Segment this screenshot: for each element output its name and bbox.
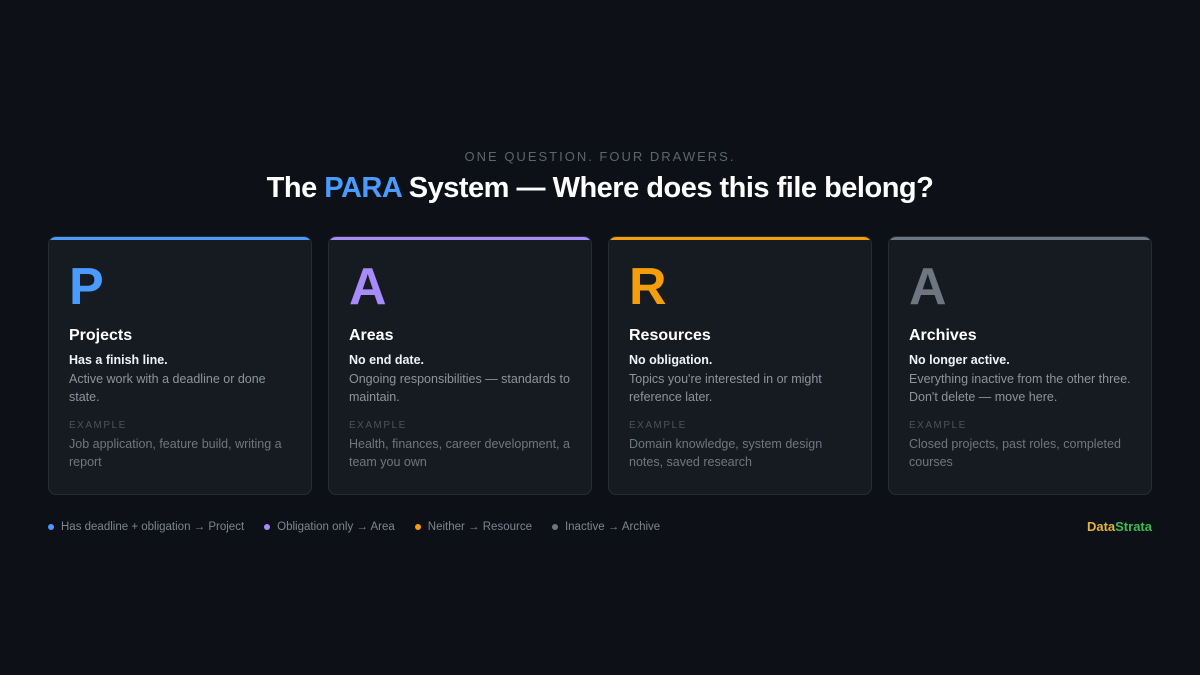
card-title: Archives — [909, 327, 977, 344]
card-accent-bar — [329, 237, 591, 240]
card-accent-bar — [49, 237, 311, 240]
title-prefix: The — [266, 172, 325, 204]
example-label: EXAMPLE — [909, 420, 967, 431]
legend-text: Obligation only → Area — [277, 521, 395, 533]
dot-icon — [264, 524, 271, 530]
card-description: Active work with a deadline or done stat… — [69, 372, 266, 404]
example-text: Domain knowledge, system design notes, s… — [629, 437, 823, 469]
card-lead: Has a finish line. — [69, 353, 168, 367]
card-description: Everything inactive from the other three… — [909, 372, 1131, 404]
brand-part-strata: Strata — [1115, 519, 1152, 534]
card-accent-bar — [609, 237, 871, 240]
para-cards: P Projects Has a finish line. Active wor… — [48, 236, 1152, 495]
legend-item-resource: Neither → Resource — [414, 521, 532, 533]
title-accent: PARA — [324, 172, 402, 204]
legend-item-project: Has deadline + obligation → Project — [48, 521, 244, 533]
card-letter: P — [69, 258, 104, 316]
card-description: Ongoing responsibilities — standards to … — [349, 372, 570, 404]
dot-icon — [414, 524, 421, 530]
card-title: Areas — [349, 327, 394, 344]
card-title: Projects — [69, 327, 133, 344]
card-lead: No end date. — [349, 353, 425, 367]
card-areas: A Areas No end date. Ongoing responsibil… — [328, 236, 592, 495]
card-lead: No longer active. — [909, 353, 1010, 367]
card-letter: A — [349, 258, 387, 316]
brand-logo: DataStrata — [1087, 519, 1152, 534]
example-text: Health, finances, career development, a … — [349, 437, 570, 469]
card-description: Topics you're interested in or might ref… — [629, 372, 822, 404]
legend-text: Has deadline + obligation → Project — [61, 521, 245, 533]
card-projects: P Projects Has a finish line. Active wor… — [48, 236, 312, 495]
dot-icon — [48, 524, 54, 530]
eyebrow-text: ONE QUESTION. FOUR DRAWERS. — [464, 149, 736, 164]
example-label: EXAMPLE — [69, 420, 127, 431]
example-label: EXAMPLE — [629, 420, 687, 431]
para-system-slide: ONE QUESTION. FOUR DRAWERS. The PARA Sys… — [0, 0, 1200, 675]
card-accent-bar — [889, 237, 1151, 240]
legend-text: Neither → Resource — [427, 521, 532, 533]
card-resources: R Resources No obligation. Topics you're… — [608, 236, 872, 495]
page-title: The PARA System — Where does this file b… — [0, 172, 1200, 205]
card-letter: R — [629, 258, 667, 316]
example-label: EXAMPLE — [349, 420, 407, 431]
card-lead: No obligation. — [629, 353, 713, 367]
card-title: Resources — [629, 327, 711, 344]
dot-icon — [551, 524, 558, 530]
card-letter: A — [909, 258, 947, 316]
legend-item-archive: Inactive → Archive — [551, 521, 661, 533]
brand-part-data: Data — [1086, 519, 1116, 534]
card-archives: A Archives No longer active. Everything … — [888, 236, 1152, 495]
title-suffix: System — Where does this file belong? — [401, 172, 934, 204]
legend-text: Inactive → Archive — [564, 521, 661, 533]
legend: Has deadline + obligation → Project Obli… — [48, 521, 660, 533]
legend-item-area: Obligation only → Area — [264, 521, 395, 533]
example-text: Job application, feature build, writing … — [69, 437, 282, 469]
example-text: Closed projects, past roles, completed c… — [909, 437, 1121, 469]
